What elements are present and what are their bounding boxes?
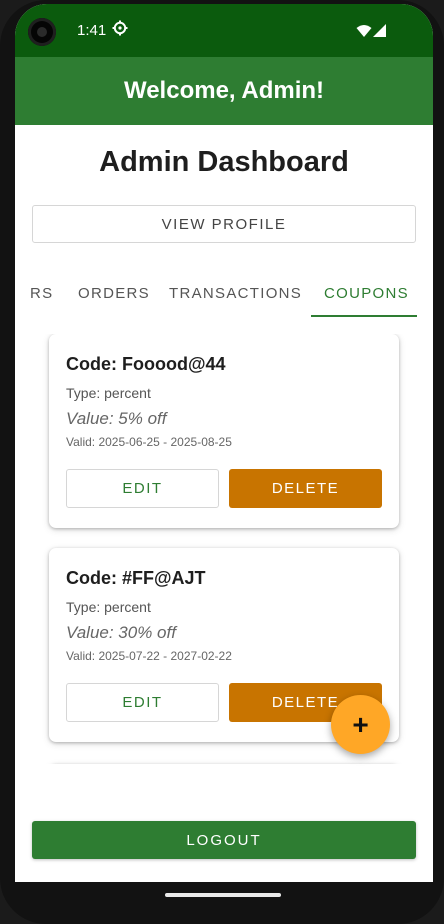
status-time: 1:41 <box>77 22 107 39</box>
add-coupon-button[interactable]: + <box>331 695 390 754</box>
tab-users[interactable]: RS <box>30 285 53 302</box>
coupon-code: Code: Fooood@44 <box>66 354 226 374</box>
delete-label: DELETE <box>271 480 340 497</box>
logout-button[interactable]: LOGOUT <box>32 821 416 859</box>
coupon-value: Value: 30% off <box>66 623 176 642</box>
gesture-nav-handle[interactable] <box>165 893 281 897</box>
device-frame: 1:41 Welcome, Admin! Admin Dashboard VIE… <box>0 0 444 924</box>
view-profile-button[interactable]: VIEW PROFILE <box>32 205 416 243</box>
edit-button[interactable]: EDIT <box>66 469 219 508</box>
plus-icon: + <box>352 708 369 740</box>
status-bar: 1:41 <box>15 4 433 57</box>
tab-transactions[interactable]: TRANSACTIONS <box>169 285 302 302</box>
app-bar-title: Welcome, Admin! <box>123 77 325 104</box>
page-title: Admin Dashboard <box>99 146 349 178</box>
tab-bar: RS ORDERS TRANSACTIONS COUPONS <box>15 274 433 318</box>
logout-label: LOGOUT <box>186 831 262 849</box>
tab-orders[interactable]: ORDERS <box>78 285 150 302</box>
app-bar: Welcome, Admin! <box>15 57 433 125</box>
coupon-code: Code: #FF@AJT <box>66 568 206 588</box>
coupon-validity: Valid: 2025-07-22 - 2027-02-22 <box>66 649 232 663</box>
edit-label: EDIT <box>122 480 163 497</box>
view-profile-label: VIEW PROFILE <box>161 215 287 233</box>
screen: 1:41 Welcome, Admin! Admin Dashboard VIE… <box>15 4 433 882</box>
coupon-card: Code: Fooood@44 Type: percent Value: 5% … <box>49 334 399 528</box>
wifi-icon <box>356 25 372 37</box>
tab-indicator <box>311 315 417 317</box>
edit-label: EDIT <box>122 694 163 711</box>
delete-button[interactable]: DELETE <box>229 469 382 508</box>
coupon-validity: Valid: 2025-06-25 - 2025-08-25 <box>66 435 232 449</box>
coupon-type: Type: percent <box>66 385 151 401</box>
coupon-value: Value: 5% off <box>66 409 167 428</box>
edit-button[interactable]: EDIT <box>66 683 219 722</box>
gear-icon <box>112 20 128 36</box>
signal-icon <box>373 24 386 37</box>
tab-coupons[interactable]: COUPONS <box>324 285 409 302</box>
coupon-type: Type: percent <box>66 599 151 615</box>
camera-icon <box>28 18 56 46</box>
delete-label: DELETE <box>271 694 340 711</box>
